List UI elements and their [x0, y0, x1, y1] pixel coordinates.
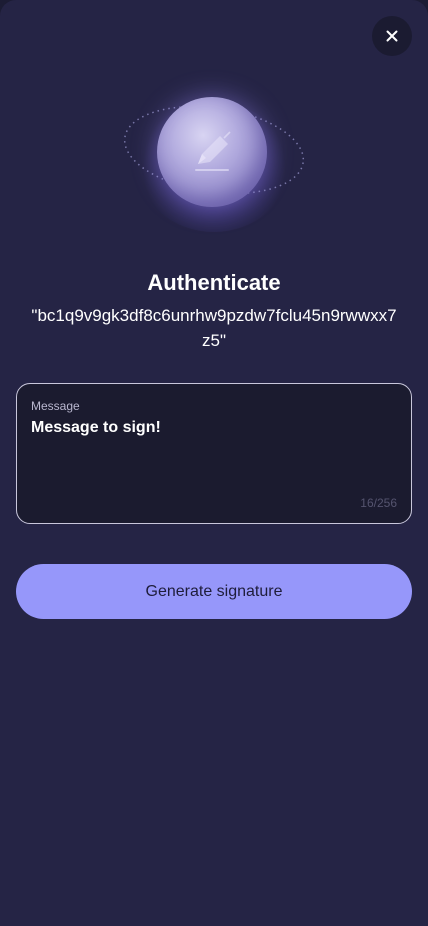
pencil-sign-icon: [195, 131, 231, 171]
wallet-address: "bc1q9v9gk3df8c6unrhw9pzdw7fclu45n9rwwxx…: [31, 306, 397, 350]
character-counter: 16/256: [360, 496, 397, 510]
page-title: Authenticate: [147, 270, 281, 295]
close-icon: [386, 30, 398, 42]
generate-signature-button[interactable]: Generate signature: [16, 564, 412, 619]
message-field-label: Message: [31, 399, 80, 413]
close-button[interactable]: [372, 16, 412, 56]
message-field[interactable]: Message Message to sign! 16/256: [16, 383, 412, 524]
orb: [157, 97, 267, 207]
sign-message-screen: Authenticate "bc1q9v9gk3df8c6unrhw9pzdw7…: [0, 0, 428, 926]
message-input[interactable]: Message to sign!: [31, 419, 161, 437]
hero-illustration: [114, 82, 314, 232]
